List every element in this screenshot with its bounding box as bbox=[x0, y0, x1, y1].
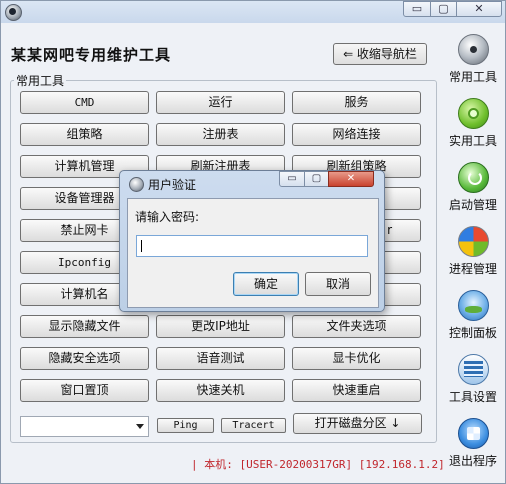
dialog-minimize-button[interactable]: ▭ bbox=[279, 171, 305, 187]
password-input[interactable] bbox=[136, 235, 368, 257]
open-disk-partition-button[interactable]: 打开磁盘分区 ↓ bbox=[293, 413, 422, 434]
sidebar-item-common-tools[interactable]: 常用工具 bbox=[443, 34, 503, 96]
sidebar-item-label: 进程管理 bbox=[448, 262, 497, 276]
quick-shutdown-button[interactable]: 快速关机 bbox=[156, 379, 285, 402]
dialog-maximize-button[interactable]: ▢ bbox=[304, 171, 329, 187]
sidebar-item-tool-settings[interactable]: 工具设置 bbox=[443, 354, 503, 416]
chevron-down-icon[interactable] bbox=[136, 424, 144, 429]
sidebar-item-utilities[interactable]: 实用工具 bbox=[443, 98, 503, 160]
maximize-button[interactable]: ▢ bbox=[430, 1, 457, 17]
page-title: 某某网吧专用维护工具 bbox=[11, 46, 172, 64]
audio-test-button[interactable]: 语音测试 bbox=[156, 347, 285, 370]
dialog-app-icon bbox=[129, 177, 144, 192]
folder-options-button[interactable]: 文件夹选项 bbox=[292, 315, 421, 338]
sidebar-item-label: 工具设置 bbox=[448, 390, 497, 404]
dialog-title: 用户验证 bbox=[148, 178, 197, 192]
gear-icon bbox=[458, 98, 489, 129]
cmd-button[interactable]: CMD bbox=[20, 91, 149, 114]
exit-icon bbox=[458, 418, 489, 449]
minimize-button[interactable]: ▭ bbox=[403, 1, 431, 17]
tools-settings-icon bbox=[458, 354, 489, 385]
status-bar-text: | 本机: [USER-20200317GR] [192.168.1.2] bbox=[191, 458, 445, 471]
tracert-button[interactable]: Tracert bbox=[221, 418, 286, 433]
window-topmost-button[interactable]: 窗口置顶 bbox=[20, 379, 149, 402]
sidebar-item-startup[interactable]: 启动管理 bbox=[443, 162, 503, 224]
registry-button[interactable]: 注册表 bbox=[156, 123, 285, 146]
cd-disc-icon bbox=[458, 34, 489, 65]
app-icon bbox=[5, 4, 22, 21]
password-dialog: 用户验证 ▭ ▢ ✕ 请输入密码: 确定 取消 bbox=[119, 170, 385, 312]
password-prompt-label: 请输入密码: bbox=[135, 210, 200, 224]
sidebar-item-exit[interactable]: 退出程序 bbox=[443, 418, 503, 480]
ping-button[interactable]: Ping bbox=[157, 418, 214, 433]
title-bar[interactable]: ▭ ▢ ✕ bbox=[1, 1, 505, 23]
network-connections-button[interactable]: 网络连接 bbox=[292, 123, 421, 146]
show-hidden-files-button[interactable]: 显示隐藏文件 bbox=[20, 315, 149, 338]
quick-restart-button[interactable]: 快速重启 bbox=[292, 379, 421, 402]
windows-logo-icon bbox=[458, 226, 489, 257]
power-icon bbox=[458, 162, 489, 193]
hide-security-options-button[interactable]: 隐藏安全选项 bbox=[20, 347, 149, 370]
tools-group-label: 常用工具 bbox=[14, 72, 67, 89]
sidebar-item-control-panel[interactable]: 控制面板 bbox=[443, 290, 503, 352]
close-button[interactable]: ✕ bbox=[456, 1, 502, 17]
sidebar-item-label: 启动管理 bbox=[448, 198, 497, 212]
gpu-optimize-button[interactable]: 显卡优化 bbox=[292, 347, 421, 370]
sidebar-item-processes[interactable]: 进程管理 bbox=[443, 226, 503, 288]
cancel-button[interactable]: 取消 bbox=[305, 272, 371, 296]
control-panel-icon bbox=[458, 290, 489, 321]
run-button[interactable]: 运行 bbox=[156, 91, 285, 114]
group-policy-button[interactable]: 组策略 bbox=[20, 123, 149, 146]
ok-button[interactable]: 确定 bbox=[233, 272, 299, 296]
services-button[interactable]: 服务 bbox=[292, 91, 421, 114]
sidebar-item-label: 实用工具 bbox=[448, 134, 497, 148]
host-combobox[interactable] bbox=[20, 416, 149, 437]
dialog-close-button[interactable]: ✕ bbox=[328, 171, 374, 187]
sidebar-item-label: 退出程序 bbox=[448, 454, 497, 468]
text-caret bbox=[141, 240, 142, 252]
dialog-body: 请输入密码: 确定 取消 bbox=[127, 198, 379, 308]
change-ip-button[interactable]: 更改IP地址 bbox=[156, 315, 285, 338]
sidebar-item-label: 常用工具 bbox=[448, 70, 497, 84]
collapse-nav-button[interactable]: ⇐ 收缩导航栏 bbox=[333, 43, 427, 65]
sidebar-item-label: 控制面板 bbox=[448, 326, 497, 340]
